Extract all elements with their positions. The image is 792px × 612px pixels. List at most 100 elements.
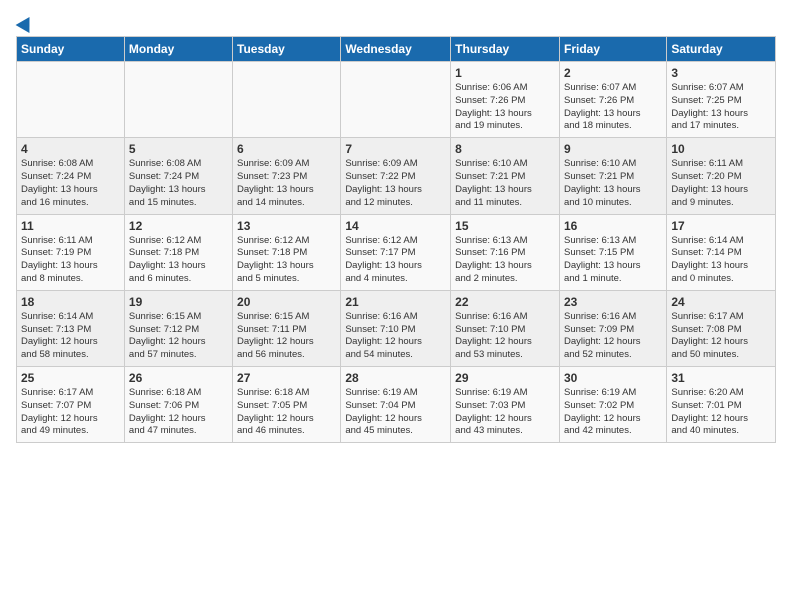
day-number: 12 bbox=[129, 219, 228, 233]
cell-content: Sunrise: 6:13 AM Sunset: 7:16 PM Dayligh… bbox=[455, 235, 555, 286]
cell-content: Sunrise: 6:15 AM Sunset: 7:12 PM Dayligh… bbox=[129, 311, 228, 362]
calendar-week-3: 11 Sunrise: 6:11 AM Sunset: 7:19 PM Dayli… bbox=[17, 214, 776, 290]
calendar-cell: 6 Sunrise: 6:09 AM Sunset: 7:23 PM Daylig… bbox=[233, 138, 341, 214]
cell-content: Sunrise: 6:15 AM Sunset: 7:11 PM Dayligh… bbox=[237, 311, 336, 362]
cell-content: Sunrise: 6:17 AM Sunset: 7:07 PM Dayligh… bbox=[21, 387, 120, 438]
day-number: 23 bbox=[564, 295, 662, 309]
cell-content: Sunrise: 6:19 AM Sunset: 7:03 PM Dayligh… bbox=[455, 387, 555, 438]
calendar-cell: 23Sunrise: 6:16 AM Sunset: 7:09 PM Dayli… bbox=[559, 290, 666, 366]
calendar-cell: 4 Sunrise: 6:08 AM Sunset: 7:24 PM Daylig… bbox=[17, 138, 125, 214]
cell-content: Sunrise: 6:11 AM Sunset: 7:20 PM Dayligh… bbox=[671, 158, 771, 209]
cell-content: Sunrise: 6:12 AM Sunset: 7:18 PM Dayligh… bbox=[237, 235, 336, 286]
calendar-cell: 16 Sunrise: 6:13 AM Sunset: 7:15 PM Dayli… bbox=[559, 214, 666, 290]
day-number: 10 bbox=[671, 142, 771, 156]
calendar-cell: 1 Sunrise: 6:06 AM Sunset: 7:26 PM Daylig… bbox=[451, 62, 560, 138]
calendar-cell: 2Sunrise: 6:07 AM Sunset: 7:26 PM Daylig… bbox=[559, 62, 666, 138]
day-number: 13 bbox=[237, 219, 336, 233]
calendar-cell: 19 Sunrise: 6:15 AM Sunset: 7:12 PM Dayli… bbox=[124, 290, 232, 366]
cell-content: Sunrise: 6:06 AM Sunset: 7:26 PM Dayligh… bbox=[455, 82, 555, 133]
logo bbox=[16, 16, 34, 30]
logo-triangle-icon bbox=[16, 13, 37, 33]
calendar-cell: 14Sunrise: 6:12 AM Sunset: 7:17 PM Dayli… bbox=[341, 214, 451, 290]
calendar-cell bbox=[17, 62, 125, 138]
day-number: 15 bbox=[455, 219, 555, 233]
cell-content: Sunrise: 6:14 AM Sunset: 7:13 PM Dayligh… bbox=[21, 311, 120, 362]
cell-content: Sunrise: 6:10 AM Sunset: 7:21 PM Dayligh… bbox=[455, 158, 555, 209]
header-monday: Monday bbox=[124, 37, 232, 62]
calendar-cell: 8Sunrise: 6:10 AM Sunset: 7:21 PM Daylig… bbox=[451, 138, 560, 214]
day-number: 26 bbox=[129, 371, 228, 385]
cell-content: Sunrise: 6:08 AM Sunset: 7:24 PM Dayligh… bbox=[129, 158, 228, 209]
calendar-table: SundayMondayTuesdayWednesdayThursdayFrid… bbox=[16, 36, 776, 443]
day-number: 31 bbox=[671, 371, 771, 385]
header-area bbox=[16, 16, 776, 30]
day-number: 6 bbox=[237, 142, 336, 156]
header-thursday: Thursday bbox=[451, 37, 560, 62]
day-number: 18 bbox=[21, 295, 120, 309]
calendar-cell: 11 Sunrise: 6:11 AM Sunset: 7:19 PM Dayli… bbox=[17, 214, 125, 290]
day-number: 2 bbox=[564, 66, 662, 80]
cell-content: Sunrise: 6:13 AM Sunset: 7:15 PM Dayligh… bbox=[564, 235, 662, 286]
calendar-cell: 29 Sunrise: 6:19 AM Sunset: 7:03 PM Dayli… bbox=[451, 367, 560, 443]
day-number: 7 bbox=[345, 142, 446, 156]
calendar-cell: 13 Sunrise: 6:12 AM Sunset: 7:18 PM Dayli… bbox=[233, 214, 341, 290]
cell-content: Sunrise: 6:12 AM Sunset: 7:18 PM Dayligh… bbox=[129, 235, 228, 286]
calendar-cell: 18 Sunrise: 6:14 AM Sunset: 7:13 PM Dayli… bbox=[17, 290, 125, 366]
day-number: 30 bbox=[564, 371, 662, 385]
cell-content: Sunrise: 6:18 AM Sunset: 7:05 PM Dayligh… bbox=[237, 387, 336, 438]
calendar-cell: 25 Sunrise: 6:17 AM Sunset: 7:07 PM Dayli… bbox=[17, 367, 125, 443]
calendar-cell: 28 Sunrise: 6:19 AM Sunset: 7:04 PM Dayli… bbox=[341, 367, 451, 443]
cell-content: Sunrise: 6:09 AM Sunset: 7:23 PM Dayligh… bbox=[237, 158, 336, 209]
cell-content: Sunrise: 6:18 AM Sunset: 7:06 PM Dayligh… bbox=[129, 387, 228, 438]
day-number: 4 bbox=[21, 142, 120, 156]
day-number: 27 bbox=[237, 371, 336, 385]
calendar-cell: 20 Sunrise: 6:15 AM Sunset: 7:11 PM Dayli… bbox=[233, 290, 341, 366]
calendar-cell: 12 Sunrise: 6:12 AM Sunset: 7:18 PM Dayli… bbox=[124, 214, 232, 290]
cell-content: Sunrise: 6:09 AM Sunset: 7:22 PM Dayligh… bbox=[345, 158, 446, 209]
header-sunday: Sunday bbox=[17, 37, 125, 62]
cell-content: Sunrise: 6:20 AM Sunset: 7:01 PM Dayligh… bbox=[671, 387, 771, 438]
header-tuesday: Tuesday bbox=[233, 37, 341, 62]
calendar-week-4: 18 Sunrise: 6:14 AM Sunset: 7:13 PM Dayli… bbox=[17, 290, 776, 366]
day-number: 29 bbox=[455, 371, 555, 385]
day-number: 21 bbox=[345, 295, 446, 309]
calendar-cell: 21Sunrise: 6:16 AM Sunset: 7:10 PM Dayli… bbox=[341, 290, 451, 366]
day-number: 14 bbox=[345, 219, 446, 233]
day-number: 25 bbox=[21, 371, 120, 385]
calendar-cell: 5 Sunrise: 6:08 AM Sunset: 7:24 PM Daylig… bbox=[124, 138, 232, 214]
day-number: 20 bbox=[237, 295, 336, 309]
calendar-cell: 26 Sunrise: 6:18 AM Sunset: 7:06 PM Dayli… bbox=[124, 367, 232, 443]
calendar-cell: 3Sunrise: 6:07 AM Sunset: 7:25 PM Daylig… bbox=[667, 62, 776, 138]
calendar-cell: 22Sunrise: 6:16 AM Sunset: 7:10 PM Dayli… bbox=[451, 290, 560, 366]
cell-content: Sunrise: 6:14 AM Sunset: 7:14 PM Dayligh… bbox=[671, 235, 771, 286]
cell-content: Sunrise: 6:19 AM Sunset: 7:02 PM Dayligh… bbox=[564, 387, 662, 438]
calendar-cell: 17 Sunrise: 6:14 AM Sunset: 7:14 PM Dayli… bbox=[667, 214, 776, 290]
day-number: 17 bbox=[671, 219, 771, 233]
calendar-body: 1 Sunrise: 6:06 AM Sunset: 7:26 PM Daylig… bbox=[17, 62, 776, 443]
day-number: 28 bbox=[345, 371, 446, 385]
day-number: 11 bbox=[21, 219, 120, 233]
calendar-cell: 30 Sunrise: 6:19 AM Sunset: 7:02 PM Dayli… bbox=[559, 367, 666, 443]
cell-content: Sunrise: 6:07 AM Sunset: 7:25 PM Dayligh… bbox=[671, 82, 771, 133]
header-saturday: Saturday bbox=[667, 37, 776, 62]
header-row: SundayMondayTuesdayWednesdayThursdayFrid… bbox=[17, 37, 776, 62]
calendar-week-1: 1 Sunrise: 6:06 AM Sunset: 7:26 PM Daylig… bbox=[17, 62, 776, 138]
calendar-cell: 27 Sunrise: 6:18 AM Sunset: 7:05 PM Dayli… bbox=[233, 367, 341, 443]
calendar-cell: 24 Sunrise: 6:17 AM Sunset: 7:08 PM Dayli… bbox=[667, 290, 776, 366]
cell-content: Sunrise: 6:19 AM Sunset: 7:04 PM Dayligh… bbox=[345, 387, 446, 438]
calendar-cell bbox=[233, 62, 341, 138]
cell-content: Sunrise: 6:11 AM Sunset: 7:19 PM Dayligh… bbox=[21, 235, 120, 286]
calendar-week-5: 25 Sunrise: 6:17 AM Sunset: 7:07 PM Dayli… bbox=[17, 367, 776, 443]
cell-content: Sunrise: 6:08 AM Sunset: 7:24 PM Dayligh… bbox=[21, 158, 120, 209]
day-number: 24 bbox=[671, 295, 771, 309]
day-number: 19 bbox=[129, 295, 228, 309]
day-number: 5 bbox=[129, 142, 228, 156]
calendar-cell: 9Sunrise: 6:10 AM Sunset: 7:21 PM Daylig… bbox=[559, 138, 666, 214]
calendar-cell: 31 Sunrise: 6:20 AM Sunset: 7:01 PM Dayli… bbox=[667, 367, 776, 443]
cell-content: Sunrise: 6:17 AM Sunset: 7:08 PM Dayligh… bbox=[671, 311, 771, 362]
day-number: 16 bbox=[564, 219, 662, 233]
day-number: 1 bbox=[455, 66, 555, 80]
calendar-week-2: 4 Sunrise: 6:08 AM Sunset: 7:24 PM Daylig… bbox=[17, 138, 776, 214]
calendar-header: SundayMondayTuesdayWednesdayThursdayFrid… bbox=[17, 37, 776, 62]
calendar-cell: 7 Sunrise: 6:09 AM Sunset: 7:22 PM Daylig… bbox=[341, 138, 451, 214]
